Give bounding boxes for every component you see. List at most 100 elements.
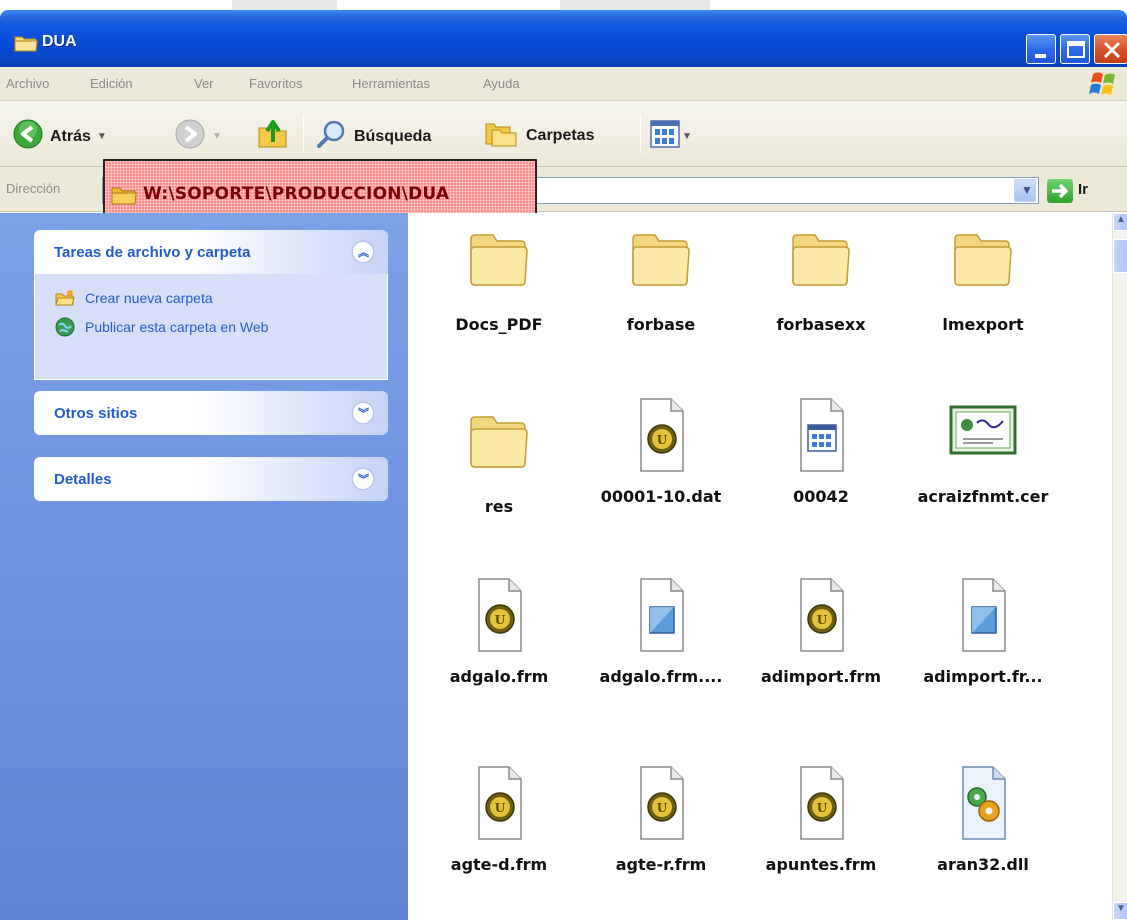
- file-item[interactable]: aran32.dll: [908, 763, 1058, 874]
- expand-button[interactable]: ︾: [352, 468, 374, 490]
- back-arrow-icon: [12, 118, 44, 155]
- file-name: forbasexx: [776, 315, 866, 334]
- file-item[interactable]: U 00001-10.dat: [586, 395, 736, 506]
- file-name: apuntes.frm: [765, 855, 877, 874]
- collapse-button[interactable]: ︽: [352, 241, 374, 263]
- address-path-text: W:\SOPORTE\PRODUCCION\DUA: [143, 184, 450, 204]
- file-item[interactable]: U adimport.frm: [746, 575, 896, 686]
- folders-label: Carpetas: [526, 126, 595, 144]
- chevron-up-icon: ︽: [358, 247, 369, 259]
- file-view[interactable]: Docs_PDF forbase forbasexx lmexport res …: [408, 213, 1112, 920]
- scroll-thumb[interactable]: [1113, 239, 1127, 273]
- vertical-scrollbar[interactable]: ▲ ▼: [1112, 213, 1127, 920]
- app-window-file-icon: [781, 395, 861, 475]
- scroll-up-button[interactable]: ▲: [1113, 213, 1127, 231]
- file-item[interactable]: lmexport: [908, 223, 1058, 334]
- file-folder-tasks-panel: Tareas de archivo y carpeta ︽ Crear nuev…: [34, 230, 388, 380]
- menu-herramientas[interactable]: Herramientas: [352, 76, 430, 91]
- expand-button[interactable]: ︾: [352, 402, 374, 424]
- toolbar-separator: [640, 115, 641, 153]
- task-publish-web[interactable]: Publicar esta carpeta en Web: [55, 317, 367, 337]
- file-name: forbase: [626, 315, 696, 334]
- file-item[interactable]: adgalo.frm....: [586, 575, 736, 686]
- menu-archivo[interactable]: Archivo: [6, 76, 49, 91]
- address-dropdown-button[interactable]: ▼: [1014, 179, 1036, 202]
- file-item[interactable]: U apuntes.frm: [746, 763, 896, 874]
- maximize-button[interactable]: [1060, 34, 1090, 64]
- forward-arrow-icon: [174, 118, 206, 155]
- file-item[interactable]: forbasexx: [746, 223, 896, 334]
- minimize-button[interactable]: [1026, 34, 1056, 64]
- svg-text:U: U: [495, 613, 506, 627]
- chevron-down-icon: ▼: [1021, 183, 1033, 197]
- svg-text:U: U: [657, 433, 668, 447]
- panel-header[interactable]: Detalles ︾: [34, 457, 388, 501]
- generic-file-icon: [621, 575, 701, 655]
- folder-icon: [781, 223, 861, 303]
- menu-edicion[interactable]: Edición: [90, 76, 133, 91]
- svg-text:U: U: [817, 801, 828, 815]
- file-name: aran32.dll: [937, 855, 1029, 874]
- file-item[interactable]: Docs_PDF: [424, 223, 574, 334]
- scroll-down-button[interactable]: ▼: [1113, 902, 1127, 920]
- search-icon: [316, 118, 348, 155]
- svg-text:U: U: [657, 801, 668, 815]
- back-label: Atrás: [50, 127, 91, 145]
- menu-ver[interactable]: Ver: [194, 76, 214, 91]
- panel-header[interactable]: Otros sitios ︾: [34, 391, 388, 435]
- title-bar[interactable]: DUA: [0, 10, 1127, 67]
- file-item[interactable]: res: [424, 405, 574, 516]
- new-folder-icon: [55, 288, 75, 308]
- views-button[interactable]: ▼: [650, 120, 692, 153]
- toolbar-separator: [303, 115, 304, 153]
- ultraedit-file-icon: U: [781, 575, 861, 655]
- file-item[interactable]: U agte-d.frm: [424, 763, 574, 874]
- close-button[interactable]: [1094, 34, 1127, 64]
- file-name: 00001-10.dat: [600, 487, 722, 506]
- file-item[interactable]: forbase: [586, 223, 736, 334]
- file-item[interactable]: U agte-r.frm: [586, 763, 736, 874]
- folder-icon: [943, 223, 1023, 303]
- folders-button[interactable]: Carpetas: [484, 118, 594, 153]
- views-dropdown-icon[interactable]: ▼: [682, 131, 692, 142]
- back-dropdown-icon[interactable]: ▼: [97, 131, 107, 142]
- file-item[interactable]: acraizfnmt.cer: [908, 395, 1058, 506]
- ultraedit-file-icon: U: [781, 763, 861, 843]
- ultraedit-file-icon: U: [459, 763, 539, 843]
- top-strip: [0, 0, 1127, 10]
- svg-text:U: U: [495, 801, 506, 815]
- panel-body: Crear nueva carpeta Publicar esta carpet…: [34, 274, 388, 380]
- chevron-down-icon: ︾: [358, 474, 369, 486]
- task-new-folder[interactable]: Crear nueva carpeta: [55, 288, 367, 308]
- file-item[interactable]: U adgalo.frm: [424, 575, 574, 686]
- go-label[interactable]: Ir: [1078, 181, 1088, 198]
- back-button[interactable]: Atrás ▼: [12, 118, 107, 155]
- windows-logo-icon: [1087, 68, 1121, 100]
- file-name: adgalo.frm: [449, 667, 549, 686]
- menu-ayuda[interactable]: Ayuda: [483, 76, 520, 91]
- file-name: agte-r.frm: [615, 855, 707, 874]
- go-button[interactable]: [1047, 179, 1073, 203]
- file-item[interactable]: 00042: [746, 395, 896, 506]
- panel-title: Detalles: [54, 471, 112, 488]
- file-item[interactable]: adimport.fr...: [908, 575, 1058, 686]
- menu-favoritos[interactable]: Favoritos: [249, 76, 302, 91]
- top-shade-2: [560, 0, 710, 10]
- folders-icon: [484, 118, 518, 153]
- task-label: Publicar esta carpeta en Web: [85, 319, 269, 335]
- folder-icon: [459, 405, 539, 485]
- top-shade: [232, 0, 337, 10]
- file-name: res: [484, 497, 514, 516]
- standard-toolbar: Atrás ▼ ▼ Búsqueda Carpetas ▼: [0, 101, 1127, 167]
- forward-dropdown-icon[interactable]: ▼: [212, 131, 222, 142]
- other-places-panel: Otros sitios ︾: [34, 391, 388, 435]
- ultraedit-file-icon: U: [621, 395, 701, 475]
- go-arrow-icon: [1052, 183, 1068, 199]
- window-title: DUA: [42, 33, 77, 50]
- panel-header[interactable]: Tareas de archivo y carpeta ︽: [34, 230, 388, 274]
- file-name: adimport.fr...: [923, 667, 1043, 686]
- forward-button[interactable]: ▼: [174, 118, 222, 155]
- address-path-highlight[interactable]: W:\SOPORTE\PRODUCCION\DUA: [103, 159, 537, 218]
- search-button[interactable]: Búsqueda: [316, 118, 431, 155]
- up-folder-button[interactable]: [256, 116, 290, 155]
